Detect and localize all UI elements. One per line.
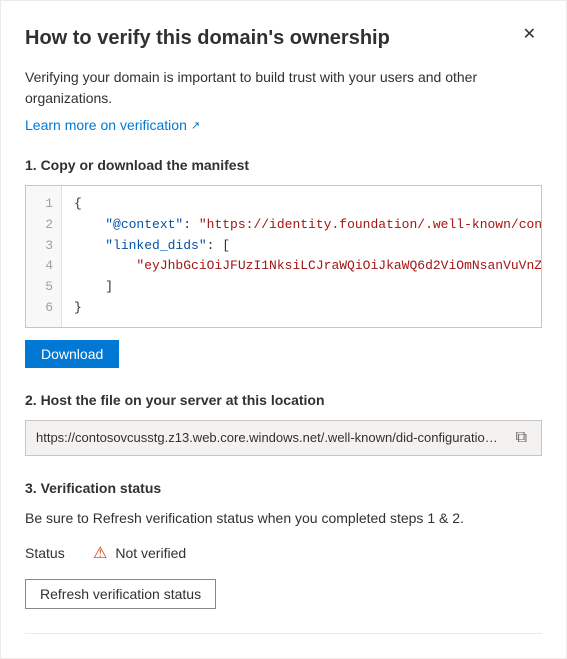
code-line-6: } [74,298,529,319]
modal-title: How to verify this domain's ownership [25,25,517,51]
download-button[interactable]: Download [25,340,119,368]
line-numbers: 1 2 3 4 5 6 [26,186,62,327]
code-line-4: "eyJhbGciOiJFUzI1NksiLCJraWQiOiJkaWQ6d2V… [74,256,529,277]
external-link-icon: ↗ [191,119,200,132]
description-text: Verifying your domain is important to bu… [25,67,542,109]
step2-title: 2. Host the file on your server at this … [25,392,542,408]
code-line-3: "linked_dids": [ [74,236,529,257]
line-number-5: 5 [26,277,61,298]
code-content: { "@context": "https://identity.foundati… [62,186,541,327]
close-button[interactable]: ✕ [517,25,542,45]
bottom-divider [25,633,542,634]
step1-section: 1. Copy or download the manifest 1 2 3 4… [25,157,542,368]
status-value: Not verified [115,545,186,561]
learn-more-label: Learn more on verification [25,117,187,133]
step3-title: 3. Verification status [25,480,542,496]
copy-icon: ⧉ [516,429,527,446]
status-description: Be sure to Refresh verification status w… [25,508,542,529]
modal-header: How to verify this domain's ownership ✕ [25,25,542,51]
code-line-2: "@context": "https://identity.foundation… [74,215,529,236]
code-line-1: { [74,194,529,215]
code-line-5: ] [74,277,529,298]
line-number-2: 2 [26,215,61,236]
url-container: https://contosovcusstg.z13.web.core.wind… [25,420,542,456]
refresh-verification-button[interactable]: Refresh verification status [25,579,216,609]
line-number-4: 4 [26,256,61,277]
step2-section: 2. Host the file on your server at this … [25,392,542,456]
line-number-6: 6 [26,298,61,319]
step3-section: 3. Verification status Be sure to Refres… [25,480,542,609]
url-text: https://contosovcusstg.z13.web.core.wind… [36,430,504,445]
status-label: Status [25,545,85,561]
code-block: 1 2 3 4 5 6 { "@context": "https://ident… [26,186,541,327]
status-row: Status ⚠ Not verified [25,543,542,563]
line-number-1: 1 [26,194,61,215]
code-container: 1 2 3 4 5 6 { "@context": "https://ident… [25,185,542,328]
modal-container: How to verify this domain's ownership ✕ … [0,0,567,659]
copy-url-button[interactable]: ⧉ [512,427,531,449]
step1-title: 1. Copy or download the manifest [25,157,542,173]
warning-icon: ⚠ [93,543,107,563]
line-number-3: 3 [26,236,61,257]
learn-more-link[interactable]: Learn more on verification ↗ [25,117,200,133]
verification-status: Be sure to Refresh verification status w… [25,508,542,609]
